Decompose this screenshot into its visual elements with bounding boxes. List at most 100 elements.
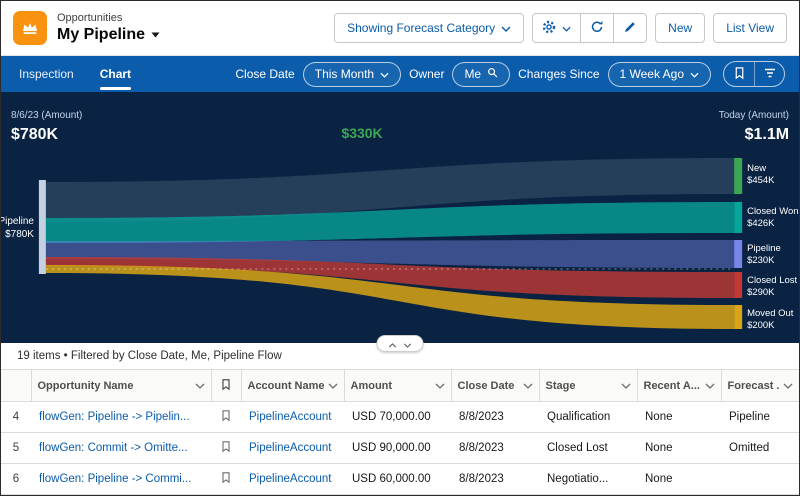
node-label: Moved Out [747, 308, 794, 319]
row-bookmark-button[interactable] [211, 402, 241, 433]
chevron-down-icon [783, 383, 793, 389]
row-bookmark-button[interactable] [211, 433, 241, 464]
column-header-forecast-category[interactable]: Forecast ... [721, 370, 799, 402]
account-name-link[interactable]: PipelineAccount [249, 473, 331, 485]
chevron-down-icon [380, 67, 389, 81]
refresh-button[interactable] [580, 13, 614, 43]
tab-chart[interactable]: Chart [100, 56, 131, 92]
forecast-category-cell: Omitted [721, 433, 799, 464]
pipeline-inspection-page: Opportunities My Pipeline Showing Foreca… [0, 0, 800, 496]
owner-label: Owner [409, 67, 444, 81]
stage-cell: Qualification [539, 402, 637, 433]
column-header-recent-activity[interactable]: Recent A... [637, 370, 721, 402]
recent-activity-cell: None [637, 464, 721, 495]
owner-value: Me [464, 67, 481, 81]
bookmark-icon [220, 378, 232, 394]
forecast-category-button[interactable]: Showing Forecast Category [334, 13, 524, 43]
node-value: $454K [747, 175, 775, 186]
chevron-down-icon [690, 67, 699, 81]
opportunities-crown-icon [13, 11, 47, 45]
column-header-bookmark[interactable] [211, 370, 241, 402]
chevron-down-icon [195, 383, 205, 389]
row-number: 6 [1, 464, 31, 495]
pipeline-flow-chart: 8/6/23 (Amount) $780K $330K Today (Amoun… [1, 92, 799, 343]
column-header-opportunity-name[interactable]: Opportunity Name [31, 370, 211, 402]
opportunity-name-link[interactable]: flowGen: Pipeline -> Pipelin... [39, 411, 190, 423]
chart-end-label: Today (Amount) [719, 110, 789, 121]
chevron-down-icon [705, 383, 715, 389]
changes-since-filter[interactable]: 1 Week Ago [608, 62, 712, 87]
sankey-node-new[interactable] [734, 158, 742, 194]
source-node-label: Pipeline [1, 216, 34, 227]
changes-since-label: Changes Since [518, 67, 599, 81]
opportunity-name-link[interactable]: flowGen: Commit -> Omitte... [39, 442, 188, 454]
refresh-icon [590, 20, 604, 37]
edit-button[interactable] [613, 13, 647, 43]
settings-button[interactable] [532, 13, 581, 43]
account-name-link[interactable]: PipelineAccount [249, 411, 331, 423]
table-row: 4 flowGen: Pipeline -> Pipelin... Pipeli… [1, 402, 799, 433]
table-row: 6 flowGen: Pipeline -> Commi... Pipeline… [1, 464, 799, 495]
close-date-cell: 8/8/2023 [451, 433, 539, 464]
close-date-filter[interactable]: This Month [303, 62, 401, 87]
tab-inspection[interactable]: Inspection [19, 56, 74, 92]
stage-cell: Closed Lost [539, 433, 637, 464]
stage-cell: Negotiatio... [539, 464, 637, 495]
column-header-row-number [1, 370, 31, 402]
close-date-label: Close Date [235, 67, 294, 81]
column-header-stage[interactable]: Stage [539, 370, 637, 402]
node-label: Closed Lost [747, 275, 797, 286]
chart-end-value: $1.1M [745, 126, 789, 143]
forecast-category-label: Showing Forecast Category [347, 21, 495, 35]
close-date-cell: 8/8/2023 [451, 402, 539, 433]
node-value: $426K [747, 218, 775, 229]
chart-collapse-toggle[interactable] [377, 335, 424, 352]
filter-button[interactable] [754, 62, 784, 86]
column-header-account-name[interactable]: Account Name [241, 370, 344, 402]
close-date-value: This Month [315, 67, 374, 81]
app-label: Opportunities [57, 12, 160, 25]
chevron-down-icon [435, 383, 445, 389]
row-number: 4 [1, 402, 31, 433]
column-header-close-date[interactable]: Close Date [451, 370, 539, 402]
chevron-down-icon [562, 21, 571, 35]
list-view-button[interactable]: List View [713, 13, 787, 43]
node-value: $290K [747, 287, 775, 298]
node-label: Closed Won [747, 206, 798, 217]
chevron-down-icon [621, 383, 631, 389]
opportunities-table: Opportunity Name Account Name Amount [1, 369, 799, 495]
chart-net-change: $330K [342, 125, 383, 141]
sankey-node-pipeline[interactable] [734, 240, 742, 268]
row-number: 5 [1, 433, 31, 464]
changes-since-value: 1 Week Ago [620, 67, 685, 81]
source-node-value: $780K [5, 229, 34, 240]
table-row: 5 flowGen: Commit -> Omitte... PipelineA… [1, 433, 799, 464]
bookmark-icon [733, 66, 746, 83]
page-title[interactable]: My Pipeline [57, 25, 145, 44]
row-bookmark-button[interactable] [211, 464, 241, 495]
bookmark-button[interactable] [724, 62, 754, 86]
opportunity-name-link[interactable]: flowGen: Pipeline -> Commi... [39, 473, 191, 485]
search-icon [487, 67, 498, 81]
amount-cell: USD 60,000.00 [344, 464, 451, 495]
status-text: 19 items • Filtered by Close Date, Me, P… [17, 350, 282, 362]
recent-activity-cell: None [637, 433, 721, 464]
close-date-cell: 8/8/2023 [451, 464, 539, 495]
amount-cell: USD 70,000.00 [344, 402, 451, 433]
column-header-amount[interactable]: Amount [344, 370, 451, 402]
node-value: $230K [747, 255, 775, 266]
recent-activity-cell: None [637, 402, 721, 433]
sankey-node-closed-won[interactable] [734, 202, 742, 233]
sankey-node-moved-out[interactable] [734, 305, 742, 329]
gear-icon [542, 20, 556, 37]
chevron-up-icon [389, 336, 397, 351]
chevron-down-icon [404, 336, 412, 351]
account-name-link[interactable]: PipelineAccount [249, 442, 331, 454]
new-button[interactable]: New [655, 13, 705, 43]
title-caret-down-icon[interactable] [151, 32, 160, 38]
owner-filter[interactable]: Me [452, 62, 510, 87]
chevron-down-icon [328, 383, 338, 389]
sankey-node-source-pipeline[interactable] [39, 180, 46, 274]
chart-action-icons [723, 61, 785, 87]
sankey-node-closed-lost[interactable] [734, 272, 742, 298]
